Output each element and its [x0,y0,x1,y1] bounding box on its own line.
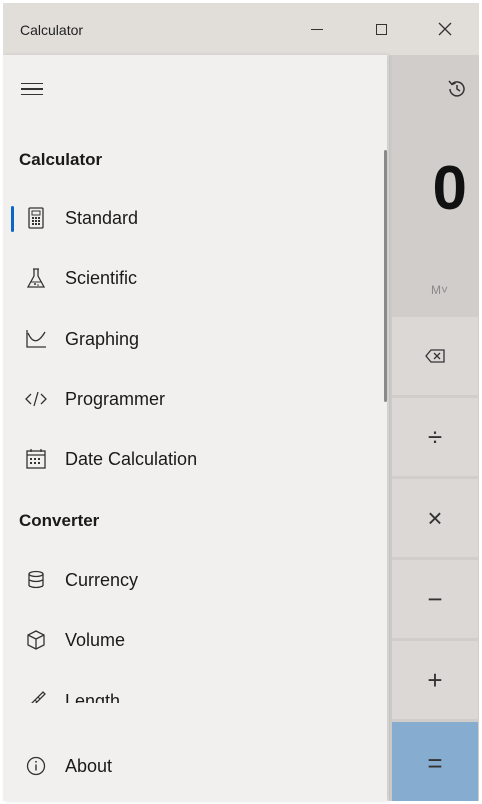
info-icon [21,754,51,778]
window-title: Calculator [20,22,84,38]
calendar-icon [21,447,51,471]
flask-icon [21,266,51,290]
nav-item-about[interactable]: About [3,739,379,793]
close-button[interactable] [413,3,477,55]
nav-scroll-area: Calculator Standard Scientific Graphing … [3,55,387,703]
divide-button[interactable]: ÷ [392,398,478,476]
nav-item-volume[interactable]: Volume [3,613,379,667]
calculator-icon [21,206,51,230]
maximize-button[interactable] [349,3,413,55]
nav-item-currency[interactable]: Currency [3,553,379,607]
equals-button[interactable]: = [392,722,478,801]
nav-item-label: Scientific [65,267,138,288]
minimize-icon [311,28,323,30]
nav-item-length[interactable]: Length [3,674,379,703]
close-icon [438,22,452,36]
nav-item-label: Date Calculation [65,448,198,469]
nav-item-scientific[interactable]: Scientific [3,251,379,305]
ruler-icon [21,689,51,703]
backspace-icon [425,349,445,363]
nav-item-label: Graphing [65,328,140,349]
multiply-button[interactable]: × [392,479,478,557]
maximize-icon [375,23,387,35]
nav-item-date-calculation[interactable]: Date Calculation [3,432,379,486]
title-bar: Calculator [3,3,479,55]
nav-item-label: Programmer [65,388,166,409]
nav-item-standard[interactable]: Standard [3,191,379,245]
history-icon [448,80,465,97]
hamburger-menu-button[interactable] [21,77,45,101]
nav-scrollbar[interactable] [384,150,387,402]
graph-icon [21,327,51,351]
minimize-button[interactable] [285,3,349,55]
cube-icon [21,628,51,652]
history-button[interactable] [441,73,473,105]
nav-item-programmer[interactable]: Programmer [3,372,379,426]
nav-item-label: Volume [65,629,126,650]
memory-list-button[interactable]: M˅ [431,283,448,297]
hamburger-icon [21,82,43,85]
currency-icon [21,568,51,592]
subtract-button[interactable]: − [392,560,478,638]
display-value: 0 [432,154,467,223]
nav-item-graphing[interactable]: Graphing [3,312,379,366]
nav-item-label: Standard [65,207,139,228]
selected-indicator [11,206,14,232]
add-button[interactable]: + [392,641,478,719]
converter-section-header: Converter [19,511,100,530]
calculator-section-header: Calculator [19,150,103,169]
code-icon [21,387,51,411]
navigation-pane: Calculator Standard Scientific Graphing … [3,55,387,801]
nav-item-label: Currency [65,569,139,590]
nav-item-label: About [65,755,113,776]
nav-item-label: Length [65,690,121,704]
backspace-button[interactable] [392,317,478,395]
